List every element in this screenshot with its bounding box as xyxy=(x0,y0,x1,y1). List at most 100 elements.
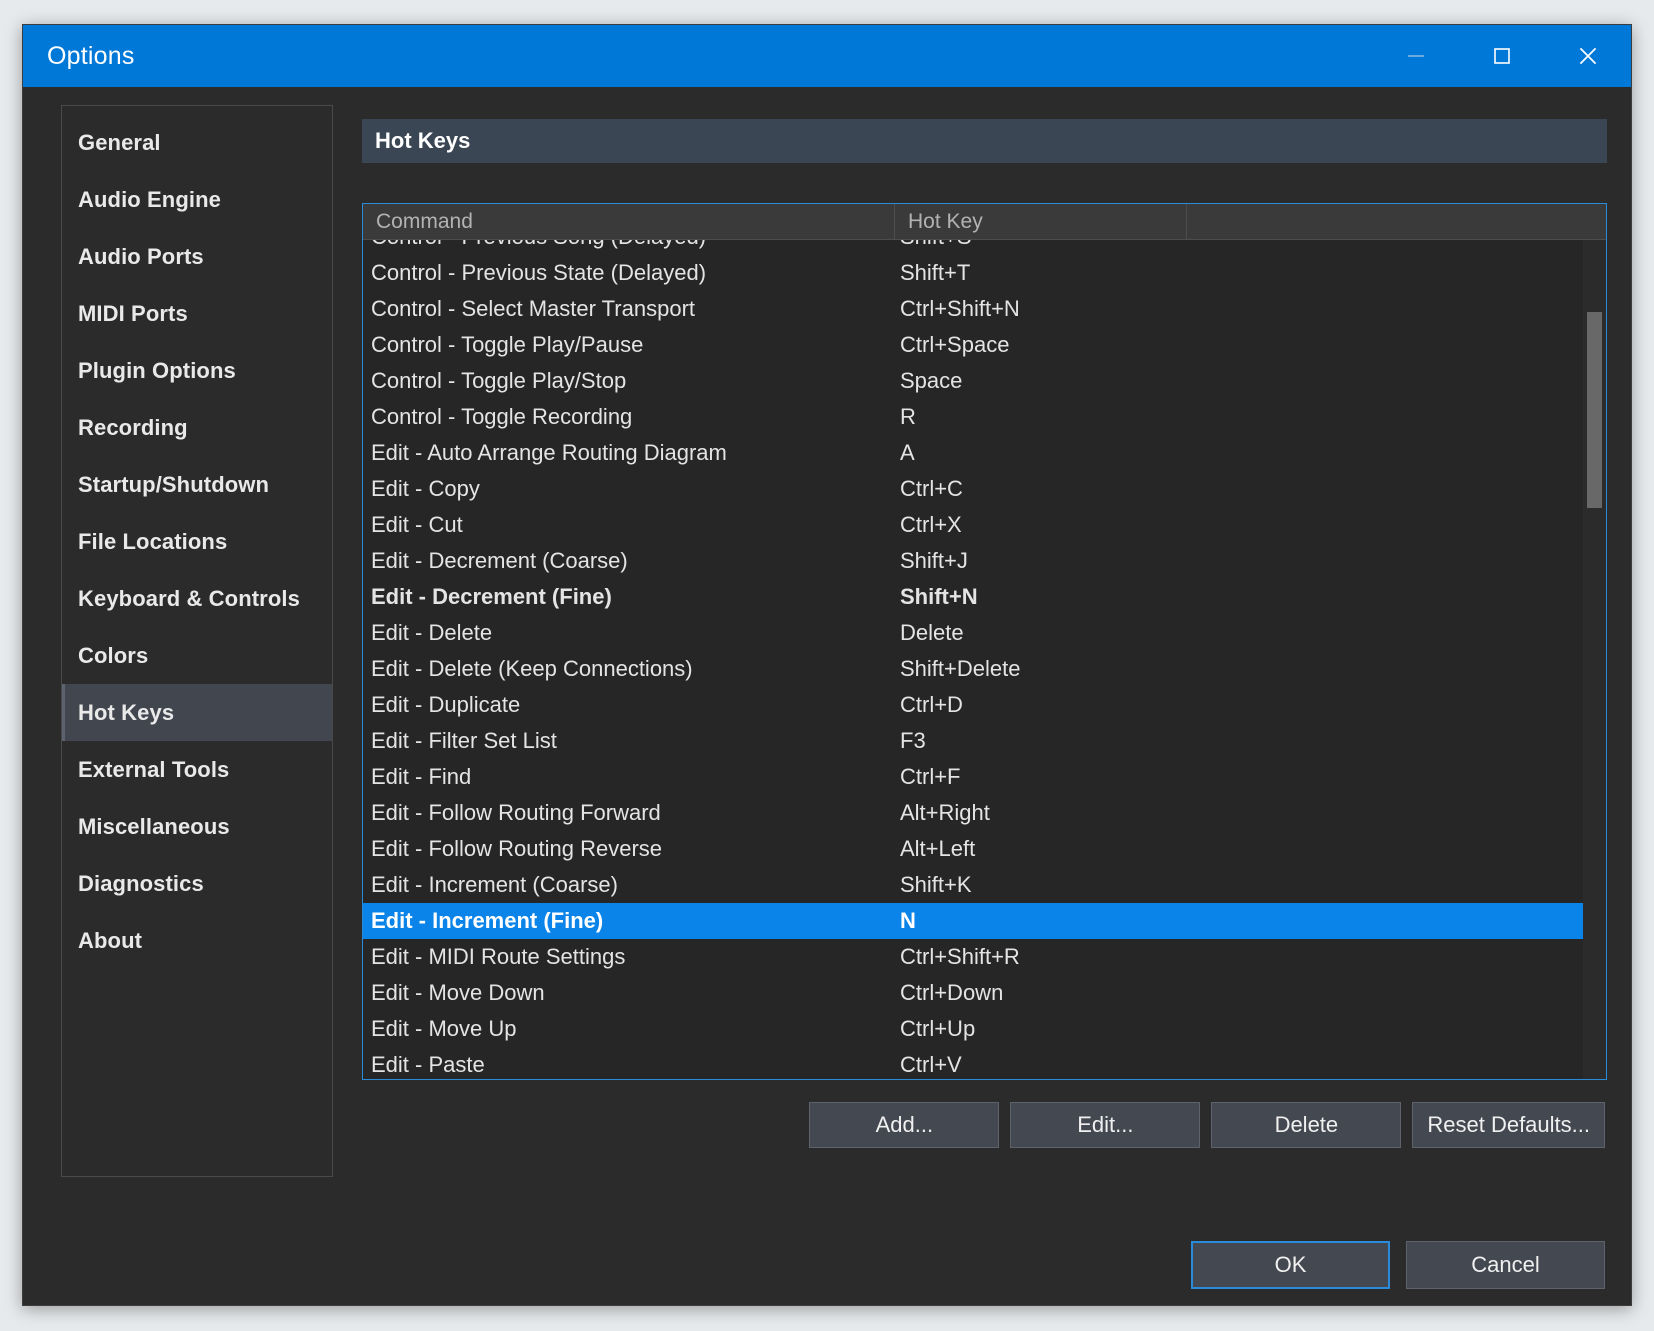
hotkeys-table[interactable]: Command Hot Key Control - Previous Song … xyxy=(362,203,1607,1080)
settings-sidebar: General Audio Engine Audio Ports MIDI Ports… xyxy=(61,105,333,1177)
sidebar-item-label: About xyxy=(78,927,143,953)
table-row[interactable]: Control - Toggle Play/Stop Space xyxy=(363,363,1606,399)
sidebar-item-label: Audio Engine xyxy=(78,186,221,212)
cell-command: Edit - Follow Routing Forward xyxy=(371,800,661,825)
sidebar-item-midi-ports[interactable]: MIDI Ports xyxy=(62,285,332,342)
column-header-hotkey[interactable]: Hot Key xyxy=(895,204,1187,239)
table-row[interactable]: Edit - Copy Ctrl+C xyxy=(363,471,1606,507)
table-row[interactable]: Control - Previous Song (Delayed)Shift+S xyxy=(363,240,1606,255)
table-row[interactable]: Edit - Duplicate Ctrl+D xyxy=(363,687,1606,723)
sidebar-item-audio-engine[interactable]: Audio Engine xyxy=(62,171,332,228)
cell-hotkey: F3 xyxy=(900,728,926,753)
table-row[interactable]: Edit - Delete (Keep Connections) Shift+De… xyxy=(363,651,1606,687)
table-row[interactable]: Edit - Delete Delete xyxy=(363,615,1606,651)
cell-hotkey: Alt+Right xyxy=(900,800,990,825)
column-header-command[interactable]: Command xyxy=(363,204,895,239)
cell-command: Control - Toggle Play/Pause xyxy=(371,332,644,357)
sidebar-item-recording[interactable]: Recording xyxy=(62,399,332,456)
cell-hotkey: Ctrl+D xyxy=(900,692,963,717)
reset-defaults-button[interactable]: Reset Defaults... xyxy=(1412,1102,1605,1148)
cell-hotkey: Ctrl+Down xyxy=(900,980,1004,1005)
minimize-icon xyxy=(1404,44,1428,68)
table-row[interactable]: Edit - Increment (Fine) N xyxy=(363,903,1606,939)
sidebar-item-colors[interactable]: Colors xyxy=(62,627,332,684)
ok-button[interactable]: OK xyxy=(1191,1241,1390,1289)
cell-command: Edit - MIDI Route Settings xyxy=(371,944,626,969)
cell-hotkey: Ctrl+Shift+R xyxy=(900,944,1020,969)
table-row[interactable]: Edit - Move Up Ctrl+Up xyxy=(363,1011,1606,1047)
close-button[interactable] xyxy=(1545,25,1631,87)
cell-hotkey: Ctrl+Shift+N xyxy=(900,296,1020,321)
table-row[interactable]: Edit - Cut Ctrl+X xyxy=(363,507,1606,543)
sidebar-item-label: Plugin Options xyxy=(78,357,236,383)
maximize-button[interactable] xyxy=(1459,25,1545,87)
cell-command: Edit - Move Up xyxy=(371,1016,517,1041)
table-row[interactable]: Edit - Paste Ctrl+V xyxy=(363,1047,1606,1079)
cancel-button[interactable]: Cancel xyxy=(1406,1241,1605,1289)
table-row[interactable]: Edit - Find Ctrl+F xyxy=(363,759,1606,795)
cell-hotkey: Shift+Delete xyxy=(900,656,1021,681)
sidebar-item-hot-keys[interactable]: Hot Keys xyxy=(62,684,332,741)
cell-command: Edit - Duplicate xyxy=(371,692,521,717)
minimize-button[interactable] xyxy=(1373,25,1459,87)
table-scrollbar-thumb[interactable] xyxy=(1587,312,1602,508)
screen-background: Options General Audio Engine Audio Ports… xyxy=(0,0,1654,1331)
edit-button[interactable]: Edit... xyxy=(1010,1102,1201,1148)
add-button[interactable]: Add... xyxy=(809,1102,1000,1148)
sidebar-item-label: Audio Ports xyxy=(78,243,204,269)
close-icon xyxy=(1575,43,1601,69)
sidebar-item-about[interactable]: About xyxy=(62,912,332,969)
cell-hotkey: Ctrl+Space xyxy=(900,332,1010,357)
table-row[interactable]: Edit - Decrement (Fine) Shift+N xyxy=(363,579,1606,615)
table-row[interactable]: Edit - Filter Set List F3 xyxy=(363,723,1606,759)
table-row[interactable]: Control - Toggle Recording R xyxy=(363,399,1606,435)
cell-hotkey: A xyxy=(900,440,915,465)
table-scrollbar[interactable] xyxy=(1583,240,1606,1079)
sidebar-item-plugin-options[interactable]: Plugin Options xyxy=(62,342,332,399)
table-rows: Control - Previous Song (Delayed)Shift+S… xyxy=(363,240,1606,1079)
table-row[interactable]: Control - Previous State (Delayed) Shift+… xyxy=(363,255,1606,291)
cell-command: Edit - Delete (Keep Connections) xyxy=(371,656,693,681)
options-dialog: Options General Audio Engine Audio Ports… xyxy=(22,24,1632,1306)
cell-hotkey: Space xyxy=(900,368,963,393)
cell-hotkey: Shift+T xyxy=(900,260,971,285)
cell-hotkey: Ctrl+X xyxy=(900,512,962,537)
column-header-blank[interactable] xyxy=(1187,204,1606,239)
cell-hotkey: Alt+Left xyxy=(900,836,976,861)
sidebar-item-external-tools[interactable]: External Tools xyxy=(62,741,332,798)
cell-hotkey: Shift+J xyxy=(900,548,968,573)
table-row[interactable]: Edit - MIDI Route Settings Ctrl+Shift+R xyxy=(363,939,1606,975)
sidebar-item-file-locations[interactable]: File Locations xyxy=(62,513,332,570)
section-header: Hot Keys xyxy=(362,119,1607,163)
table-row[interactable]: Control - Select Master Transport Ctrl+Sh… xyxy=(363,291,1606,327)
table-row[interactable]: Edit - Auto Arrange Routing Diagram A xyxy=(363,435,1606,471)
maximize-icon xyxy=(1490,44,1514,68)
sidebar-item-general[interactable]: General xyxy=(62,114,332,171)
cell-command: Edit - Decrement (Fine) xyxy=(371,584,612,609)
sidebar-item-keyboard-controls[interactable]: Keyboard & Controls xyxy=(62,570,332,627)
cell-hotkey: Shift+K xyxy=(900,872,972,897)
sidebar-item-label: Keyboard & Controls xyxy=(78,585,300,611)
dialog-footer: OK Cancel xyxy=(362,1241,1607,1289)
table-row[interactable]: Edit - Increment (Coarse) Shift+K xyxy=(363,867,1606,903)
cell-command: Edit - Paste xyxy=(371,1052,485,1077)
cell-command: Control - Previous Song (Delayed) xyxy=(363,240,895,250)
section-title: Hot Keys xyxy=(375,128,471,153)
table-row[interactable]: Edit - Follow Routing Reverse Alt+Left xyxy=(363,831,1606,867)
cell-hotkey: Shift+S xyxy=(895,240,1187,250)
cell-hotkey: Ctrl+F xyxy=(900,764,961,789)
delete-button[interactable]: Delete xyxy=(1211,1102,1402,1148)
cell-hotkey: Delete xyxy=(900,620,964,645)
sidebar-item-label: File Locations xyxy=(78,528,228,554)
sidebar-item-startup-shutdown[interactable]: Startup/Shutdown xyxy=(62,456,332,513)
table-row[interactable]: Edit - Follow Routing Forward Alt+Right xyxy=(363,795,1606,831)
cell-command: Edit - Follow Routing Reverse xyxy=(371,836,663,861)
table-row[interactable]: Edit - Move Down Ctrl+Down xyxy=(363,975,1606,1011)
sidebar-item-audio-ports[interactable]: Audio Ports xyxy=(62,228,332,285)
sidebar-item-miscellaneous[interactable]: Miscellaneous xyxy=(62,798,332,855)
cell-command: Edit - Decrement (Coarse) xyxy=(371,548,628,573)
cell-hotkey: Shift+N xyxy=(900,584,978,609)
table-row[interactable]: Control - Toggle Play/Pause Ctrl+Space xyxy=(363,327,1606,363)
table-row[interactable]: Edit - Decrement (Coarse) Shift+J xyxy=(363,543,1606,579)
sidebar-item-diagnostics[interactable]: Diagnostics xyxy=(62,855,332,912)
